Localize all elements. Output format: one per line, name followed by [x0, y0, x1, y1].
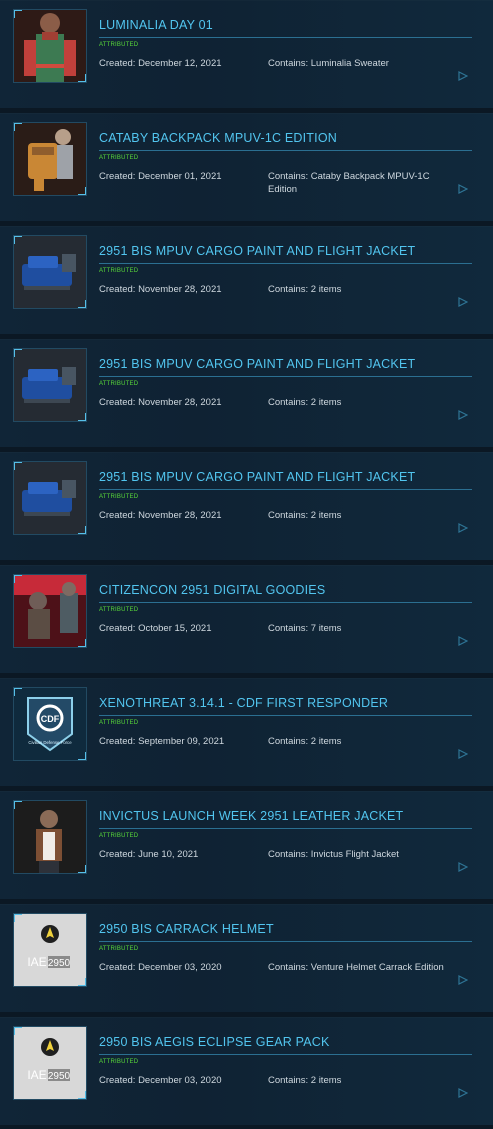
- svg-text:IAE: IAE: [27, 955, 46, 969]
- contents-summary: Contains: 2 items: [268, 510, 342, 521]
- backpack-image: [14, 123, 86, 195]
- ship-image: [14, 236, 86, 308]
- attributed-badge: Attributed: [99, 607, 139, 613]
- attributed-badge: Attributed: [99, 720, 139, 726]
- title-divider: [99, 150, 472, 151]
- title-divider: [99, 715, 472, 716]
- contents-summary: Contains: Cataby Backpack MPUV-1C Editio…: [268, 171, 430, 195]
- jacket-image: [14, 801, 86, 873]
- item-title[interactable]: 2950 BIS AEGIS ECLIPSE GEAR PACK: [99, 1035, 472, 1049]
- item-title[interactable]: INVICTUS LAUNCH WEEK 2951 LEATHER JACKET: [99, 809, 472, 823]
- item-title[interactable]: 2951 BIS MPUV CARGO PAINT AND FLIGHT JAC…: [99, 470, 472, 484]
- title-divider: [99, 1054, 472, 1055]
- svg-text:Civilian Defense Force: Civilian Defense Force: [28, 740, 72, 745]
- contents-summary: Contains: 7 items: [268, 623, 342, 634]
- pledge-item[interactable]: 2951 BIS MPUV CARGO PAINT AND FLIGHT JAC…: [0, 452, 493, 560]
- cdf-thumbnail[interactable]: CDF Civilian Defense Force: [13, 687, 87, 761]
- title-divider: [99, 263, 472, 264]
- created-date: Created: December 03, 2020: [99, 962, 222, 973]
- created-date: Created: November 28, 2021: [99, 510, 222, 521]
- jacket-thumbnail[interactable]: [13, 800, 87, 874]
- created-date: Created: October 15, 2021: [99, 623, 212, 634]
- attributed-badge: Attributed: [99, 381, 139, 387]
- play-icon[interactable]: [458, 975, 468, 985]
- sweater-image: [14, 10, 86, 82]
- created-date: Created: November 28, 2021: [99, 397, 222, 408]
- play-icon[interactable]: [458, 184, 468, 194]
- iae-thumbnail[interactable]: IAE 2950: [13, 913, 87, 987]
- svg-text:2950: 2950: [48, 1071, 71, 1082]
- item-title[interactable]: 2951 BIS MPUV CARGO PAINT AND FLIGHT JAC…: [99, 244, 472, 258]
- cdf-logo: CDF Civilian Defense Force: [14, 688, 86, 760]
- title-divider: [99, 37, 472, 38]
- pledge-item[interactable]: CITIZENCON 2951 DIGITAL GOODIES Attribut…: [0, 565, 493, 673]
- ship-thumbnail[interactable]: [13, 235, 87, 309]
- created-date: Created: December 12, 2021: [99, 58, 222, 69]
- character-thumbnail[interactable]: [13, 574, 87, 648]
- play-icon[interactable]: [458, 749, 468, 759]
- item-title[interactable]: LUMINALIA DAY 01: [99, 18, 472, 32]
- pledge-item[interactable]: LUMINALIA DAY 01 Attributed Created: Dec…: [0, 0, 493, 108]
- contents-summary: Contains: 2 items: [268, 736, 342, 747]
- contents-summary: Contains: 2 items: [268, 284, 342, 295]
- item-title[interactable]: 2950 BIS CARRACK HELMET: [99, 922, 472, 936]
- play-icon[interactable]: [458, 523, 468, 533]
- ship-thumbnail[interactable]: [13, 348, 87, 422]
- svg-text:CDF: CDF: [41, 714, 60, 724]
- pledge-item[interactable]: INVICTUS LAUNCH WEEK 2951 LEATHER JACKET…: [0, 791, 493, 899]
- title-divider: [99, 602, 472, 603]
- character-image: [14, 575, 86, 647]
- pledge-item[interactable]: IAE 2950 2950 BIS CARRACK HELMET Attribu…: [0, 904, 493, 1012]
- ship-image: [14, 462, 86, 534]
- backpack-thumbnail[interactable]: [13, 122, 87, 196]
- attributed-badge: Attributed: [99, 155, 139, 161]
- play-icon[interactable]: [458, 862, 468, 872]
- title-divider: [99, 489, 472, 490]
- pledge-item[interactable]: IAE 2950 2950 BIS AEGIS ECLIPSE GEAR PAC…: [0, 1017, 493, 1125]
- attributed-badge: Attributed: [99, 1059, 139, 1065]
- title-divider: [99, 828, 472, 829]
- play-icon[interactable]: [458, 297, 468, 307]
- iae-logo: IAE 2950: [14, 1027, 86, 1099]
- play-icon[interactable]: [458, 636, 468, 646]
- play-icon[interactable]: [458, 1088, 468, 1098]
- svg-text:2950: 2950: [48, 958, 71, 969]
- title-divider: [99, 376, 472, 377]
- attributed-badge: Attributed: [99, 494, 139, 500]
- contents-summary: Contains: 2 items: [268, 397, 342, 408]
- contents-summary: Contains: 2 items: [268, 1075, 342, 1086]
- created-date: Created: June 10, 2021: [99, 849, 199, 860]
- attributed-badge: Attributed: [99, 42, 139, 48]
- created-date: Created: November 28, 2021: [99, 284, 222, 295]
- contents-summary: Contains: Invictus Flight Jacket: [268, 849, 399, 860]
- svg-text:IAE: IAE: [27, 1068, 46, 1082]
- iae-thumbnail[interactable]: IAE 2950: [13, 1026, 87, 1100]
- pledge-list: LUMINALIA DAY 01 Attributed Created: Dec…: [0, 0, 493, 1129]
- ship-thumbnail[interactable]: [13, 461, 87, 535]
- sweater-thumbnail[interactable]: [13, 9, 87, 83]
- attributed-badge: Attributed: [99, 833, 139, 839]
- pledge-item[interactable]: CATABY BACKPACK MPUV-1C EDITION Attribut…: [0, 113, 493, 221]
- play-icon[interactable]: [458, 410, 468, 420]
- pledge-item[interactable]: 2951 BIS MPUV CARGO PAINT AND FLIGHT JAC…: [0, 339, 493, 447]
- item-title[interactable]: XENOTHREAT 3.14.1 - CDF FIRST RESPONDER: [99, 696, 472, 710]
- ship-image: [14, 349, 86, 421]
- pledge-item[interactable]: CDF Civilian Defense Force XENOTHREAT 3.…: [0, 678, 493, 786]
- attributed-badge: Attributed: [99, 268, 139, 274]
- pledge-item[interactable]: 2951 BIS MPUV CARGO PAINT AND FLIGHT JAC…: [0, 226, 493, 334]
- created-date: Created: December 03, 2020: [99, 1075, 222, 1086]
- contents-summary: Contains: Luminalia Sweater: [268, 58, 389, 69]
- iae-logo: IAE 2950: [14, 914, 86, 986]
- title-divider: [99, 941, 472, 942]
- created-date: Created: December 01, 2021: [99, 171, 222, 182]
- item-title[interactable]: CATABY BACKPACK MPUV-1C EDITION: [99, 131, 472, 145]
- play-icon[interactable]: [458, 71, 468, 81]
- attributed-badge: Attributed: [99, 946, 139, 952]
- item-title[interactable]: 2951 BIS MPUV CARGO PAINT AND FLIGHT JAC…: [99, 357, 472, 371]
- contents-summary: Contains: Venture Helmet Carrack Edition: [268, 962, 444, 973]
- item-title[interactable]: CITIZENCON 2951 DIGITAL GOODIES: [99, 583, 472, 597]
- created-date: Created: September 09, 2021: [99, 736, 225, 747]
